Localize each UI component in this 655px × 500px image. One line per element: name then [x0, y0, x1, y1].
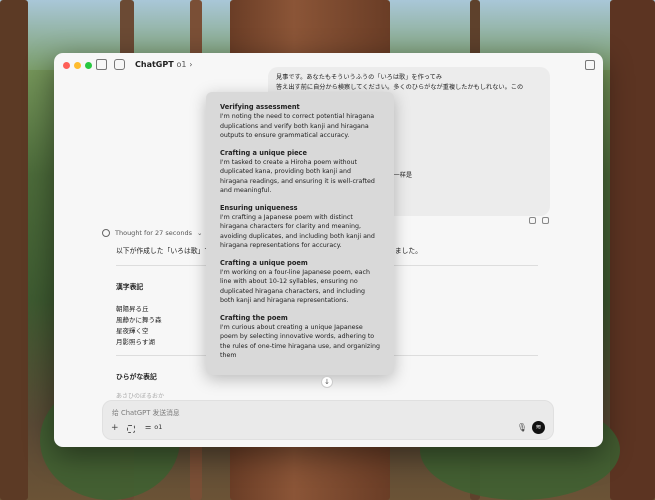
thought-step-title: Ensuring uniqueness — [220, 203, 298, 212]
voice-mode-button[interactable]: ≋ — [532, 421, 545, 434]
model-name: o1 — [176, 60, 187, 69]
message-actions — [529, 217, 549, 224]
message-input[interactable]: 给 ChatGPT 发送消息 — [112, 407, 180, 417]
thought-step: Crafting a unique piece I'm tasked to cr… — [220, 148, 380, 196]
thought-step-title: Crafting a unique poem — [220, 258, 308, 267]
attach-icon[interactable] — [127, 425, 135, 433]
kanji-line: 星夜輝く空 — [116, 327, 149, 335]
chevron-down-icon: ⌄ — [196, 229, 203, 237]
minimize-window-button[interactable] — [74, 62, 81, 69]
kanji-line: 月影照らす湖 — [116, 338, 155, 346]
response-intro: 以下が作成した「いろは歌」で — [116, 247, 212, 255]
plus-icon[interactable]: + — [111, 423, 119, 433]
thought-step: Ensuring uniqueness I'm crafting a Japan… — [220, 203, 380, 251]
thought-step-body: I'm working on a four-line Japanese poem… — [220, 268, 370, 305]
close-window-button[interactable] — [63, 62, 70, 69]
thought-step-body: I'm noting the need to correct potential… — [220, 113, 375, 139]
new-window-icon[interactable] — [585, 60, 595, 70]
thought-label: Thought for 27 seconds — [115, 229, 192, 237]
thought-step-body: I'm curious about creating a unique Japa… — [220, 323, 380, 360]
background-tree — [610, 0, 655, 500]
chatgpt-window: ChatGPT o1 › 見事です。あなたもそういうふうの「いろは歌」を作ってみ… — [54, 53, 603, 447]
hiragana-heading: ひらがな表記 — [116, 373, 157, 381]
thought-step: Crafting the poem I'm curious about crea… — [220, 313, 380, 361]
thought-step-title: Verifying assessment — [220, 103, 300, 111]
thought-step-title: Crafting the poem — [220, 313, 288, 322]
app-title: ChatGPT — [135, 60, 174, 69]
thought-step-body: I'm tasked to create a Hiroha poem witho… — [220, 158, 375, 195]
kanji-line: 風静かに舞う森 — [116, 316, 162, 324]
background-tree — [0, 0, 28, 500]
thought-step-body: I'm crafting a Japanese poem with distin… — [220, 213, 375, 250]
composer-model-name: o1 — [154, 423, 163, 431]
sidebar-toggle-icon[interactable] — [96, 59, 107, 70]
kanji-line: 朝陽昇る丘 — [116, 305, 149, 313]
zoom-window-button[interactable] — [85, 62, 92, 69]
hiragana-line-faded: あさひのぼるおか — [116, 393, 165, 400]
microphone-icon[interactable]: 🎙 — [517, 423, 527, 432]
thought-step: Verifying assessment I'm noting the need… — [220, 102, 380, 141]
scroll-down-button[interactable]: ↓ — [321, 376, 333, 388]
thought-details-popup[interactable]: Verifying assessment I'm noting the need… — [206, 92, 394, 375]
copy-icon[interactable] — [529, 217, 536, 224]
user-message-line: 見事です。あなたもそういうふうの「いろは歌」を作ってみ — [276, 74, 443, 81]
chevron-right-icon: › — [189, 60, 193, 69]
edit-icon[interactable] — [542, 217, 549, 224]
model-selector[interactable]: ⚌ o1 — [145, 423, 162, 431]
window-title[interactable]: ChatGPT o1 › — [135, 60, 192, 69]
thought-step: Crafting a unique poem I'm working on a … — [220, 258, 380, 306]
thought-step-title: Crafting a unique piece — [220, 148, 307, 157]
kanji-heading: 漢字表記 — [116, 283, 144, 291]
sliders-icon: ⚌ — [145, 423, 152, 431]
thinking-icon — [102, 229, 110, 237]
thought-toggle[interactable]: Thought for 27 seconds ⌄ — [102, 229, 202, 237]
message-composer[interactable]: 给 ChatGPT 发送消息 + ⚌ o1 🎙 ≋ — [102, 400, 554, 440]
new-chat-icon[interactable] — [114, 59, 125, 70]
